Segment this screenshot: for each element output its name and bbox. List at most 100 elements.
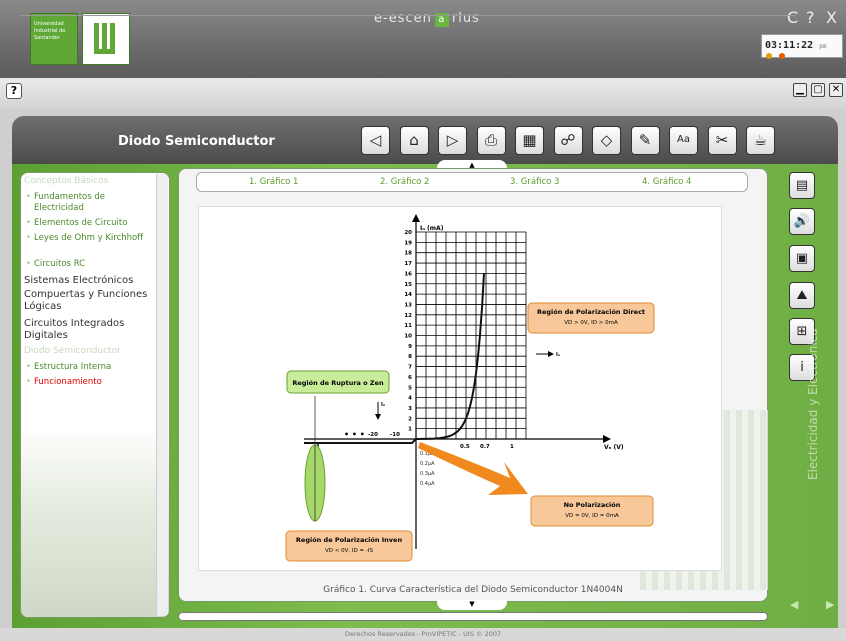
y-tick-label: 20 — [404, 230, 412, 236]
y-tick-label: 3 — [408, 406, 412, 412]
text-size-icon[interactable]: Aa — [669, 126, 698, 155]
side-label: Electricidad y Electrónica — [806, 328, 820, 480]
help-strip — [0, 78, 846, 108]
x-axis-label: Vₙ (V) — [604, 444, 624, 451]
no-polarization-box-detail: VD = 0V, ID = 0mA — [565, 513, 619, 519]
help-toggle-button[interactable]: ? — [6, 83, 22, 99]
video-icon[interactable]: ▣ — [789, 245, 815, 272]
sidebar-item[interactable]: Circuitos Integrados Digitales — [24, 318, 156, 342]
y-tick-label: 16 — [404, 271, 412, 277]
x-tick-label: 1 — [510, 444, 514, 450]
clock-suffix: pm — [819, 43, 827, 50]
y-tick-label: 9 — [408, 344, 412, 350]
x-tick-label: 0.7 — [480, 444, 490, 450]
reverse-current-label: 0.2μA — [420, 461, 435, 467]
tab-grafico-1[interactable]: 1. Gráfico 1 — [249, 177, 298, 187]
tab-grafico-4[interactable]: 4. Gráfico 4 — [642, 177, 691, 187]
status-dot-icon — [779, 53, 786, 59]
y-tick-label: 7 — [408, 365, 412, 371]
diode-curve-chart: 1234567891011121314151617181920Iₙ (mA)Vₙ… — [285, 214, 655, 562]
help-button[interactable]: ? — [806, 8, 815, 27]
sidebar-item[interactable]: Conceptos Básicos — [24, 176, 156, 187]
current-arrow-icon — [375, 414, 381, 420]
y-tick-label: 4 — [408, 396, 412, 402]
x-tick-label: -10 — [390, 432, 400, 438]
calculator-icon[interactable]: ▦ — [515, 126, 544, 155]
uis-logo — [82, 13, 130, 65]
image-icon[interactable]: ⛰ — [789, 282, 815, 309]
next-icon[interactable]: ▷ — [438, 126, 467, 155]
reverse-current-label: 0.4μA — [420, 481, 435, 487]
clock-time: 03:11:22 — [765, 40, 814, 51]
clock: 03:11:22 pm — [761, 34, 843, 59]
forward-bias-box-detail: VD > 0V, ID > 0mA — [564, 320, 618, 326]
sidebar-item[interactable]: Compuertas y Funciones Lógicas — [24, 289, 156, 313]
forward-bias-box-title: Región de Polarización Direct — [537, 308, 645, 316]
x-axis-arrow-icon — [603, 435, 611, 443]
window-close-button[interactable]: ✕ — [829, 83, 843, 97]
y-tick-label: 13 — [404, 302, 412, 308]
y-tick-label: 17 — [404, 261, 412, 267]
coffee-icon[interactable]: ☕ — [746, 126, 775, 155]
print-icon[interactable]: ⎙ — [476, 126, 506, 155]
sidebar-item[interactable]: Fundamentos de Electricidad — [24, 192, 156, 214]
eraser-icon[interactable]: ◇ — [592, 126, 621, 155]
university-logo: Universidad Industrial de Santander — [30, 13, 78, 65]
circuit-board-decoration — [21, 427, 169, 617]
reverse-current-label: 0.3μA — [420, 471, 435, 477]
sidebar-scrollbar[interactable] — [156, 174, 168, 616]
tools-icon[interactable]: ✂ — [707, 126, 737, 155]
collapse-down-button[interactable]: ▼ — [437, 600, 507, 610]
sidebar-item[interactable]: Sistemas Electrónicos — [24, 275, 156, 287]
tab-grafico-3[interactable]: 3. Gráfico 3 — [510, 177, 559, 187]
app-brand: e-escen a rlus — [374, 11, 480, 27]
tab-grafico-2[interactable]: 2. Gráfico 2 — [380, 177, 429, 187]
nav-next-icon[interactable]: ▶ — [826, 598, 834, 611]
window-maximize-button[interactable]: ▢ — [811, 83, 825, 97]
home-icon[interactable]: ⌂ — [399, 126, 429, 155]
no-polarization-box-title: No Polarización — [564, 501, 621, 509]
sidebar-item[interactable]: Elementos de Circuito — [24, 218, 156, 229]
edit-icon[interactable]: ✎ — [630, 126, 660, 155]
audio-icon[interactable]: 🔊 — [789, 208, 815, 235]
y-tick-label: 5 — [408, 385, 412, 391]
footer: Derechos Reservados - ProVIPETIC - UIS ©… — [0, 628, 846, 641]
y-tick-label: 6 — [408, 375, 412, 381]
horizontal-scrollbar[interactable] — [178, 612, 768, 621]
uis-logo-icon — [94, 23, 115, 54]
current-label: Iₙ — [381, 402, 386, 408]
x-tick-label: 0.5 — [460, 444, 470, 450]
y-tick-label: 10 — [404, 334, 412, 340]
nav-prev-icon[interactable]: ◀ — [790, 598, 798, 611]
window-minimize-button[interactable]: ▁ — [793, 83, 807, 97]
university-name: Universidad Industrial de Santander — [34, 21, 66, 41]
y-axis-arrow-icon — [412, 214, 420, 222]
y-tick-label: 12 — [404, 313, 412, 319]
sidebar-item[interactable]: Funcionamiento — [24, 377, 156, 388]
minimize-button[interactable]: C — [787, 8, 798, 27]
reverse-bias-box-detail: VD < 0V, ID = -IS — [325, 548, 373, 554]
y-tick-label: 1 — [408, 427, 412, 433]
y-tick-label: 14 — [404, 292, 412, 298]
sidebar-item[interactable]: Diodo Semiconductor — [24, 346, 156, 357]
status-dot-icon — [766, 53, 772, 59]
divider — [20, 15, 796, 16]
ellipsis-label: • • • — [344, 430, 365, 439]
reverse-bias-box-title: Región de Polarización Inven — [296, 536, 403, 544]
y-tick-label: 19 — [404, 240, 412, 246]
sidebar-item[interactable]: Leyes de Ohm y Kirchhoff — [24, 233, 156, 244]
prev-icon[interactable]: ◁ — [361, 126, 390, 155]
network-icon[interactable]: ☍ — [553, 126, 583, 155]
chart-caption: Gráfico 1. Curva Característica del Diod… — [323, 585, 623, 595]
document-icon[interactable]: ▤ — [789, 172, 815, 199]
breakdown-box-title: Región de Ruptura o Zen — [292, 379, 384, 387]
sidebar-item[interactable]: Circuitos RC — [24, 259, 156, 270]
current-arrow-icon — [548, 351, 554, 357]
y-tick-label: 8 — [408, 354, 412, 360]
y-tick-label: 18 — [404, 251, 412, 257]
sidebar-item[interactable]: Estructura Interna — [24, 362, 156, 373]
y-axis-label: Iₙ (mA) — [420, 225, 444, 232]
close-button[interactable]: X — [826, 8, 837, 27]
page-title: Diodo Semiconductor — [118, 134, 275, 149]
x-tick-label: -20 — [368, 432, 378, 438]
